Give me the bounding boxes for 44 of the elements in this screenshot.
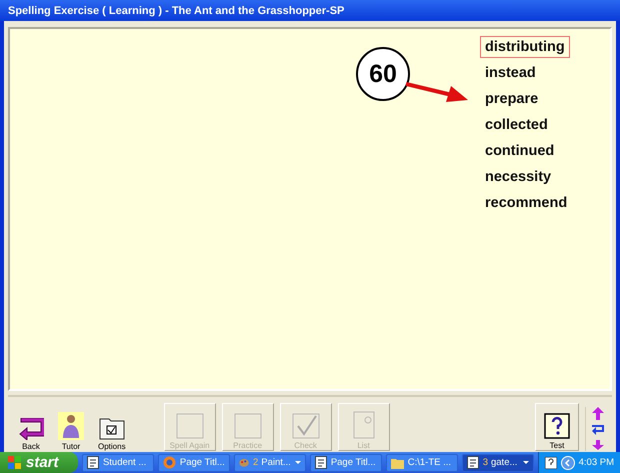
document-icon: [352, 411, 375, 439]
word-item[interactable]: collected: [480, 114, 553, 136]
toolbar-button[interactable]: Options: [94, 403, 130, 451]
person-icon: [58, 412, 84, 440]
return-arrow-icon[interactable]: [591, 424, 605, 436]
palette-icon: [238, 456, 249, 469]
document-icon: [86, 456, 99, 469]
taskbar-item[interactable]: 3 gate...: [462, 454, 534, 472]
document-icon: [314, 456, 327, 469]
taskbar-item[interactable]: 2 Paint...: [234, 454, 306, 472]
arrow-icon: [406, 81, 468, 103]
word-item[interactable]: necessity: [480, 166, 556, 188]
question-icon: [544, 413, 570, 439]
word-item[interactable]: instead: [480, 62, 541, 84]
word-item[interactable]: prepare: [480, 88, 544, 110]
clock: 4:03 PM: [578, 457, 614, 468]
caret-icon: [294, 461, 301, 464]
caret-icon: [522, 461, 529, 464]
chevron-icon[interactable]: [560, 456, 575, 470]
globe-icon: [162, 456, 176, 469]
taskbar-item[interactable]: Page Titl...: [310, 454, 382, 472]
taskbar-item[interactable]: Page Titl...: [158, 454, 230, 472]
test-button[interactable]: Test: [535, 403, 579, 451]
document-icon: [466, 456, 479, 469]
taskbar-item[interactable]: C:\1-TE ...: [386, 454, 458, 472]
back-arrow-icon: [18, 418, 44, 440]
toolbar-button[interactable]: Back: [14, 403, 48, 451]
word-item[interactable]: distributing: [480, 36, 570, 58]
checkbox-folder-icon: [98, 416, 125, 440]
blank-card-icon: [176, 413, 204, 439]
start-button[interactable]: start: [0, 452, 78, 473]
down-arrow-icon[interactable]: [592, 440, 604, 450]
up-arrow-icon[interactable]: [592, 407, 604, 420]
check-icon: [292, 413, 320, 439]
folder-icon: [390, 456, 404, 468]
help-icon: [544, 456, 557, 468]
windows-flag-icon: [8, 456, 22, 469]
taskbar-item[interactable]: Student ...: [82, 454, 154, 472]
toolbar-button[interactable]: Tutor: [54, 403, 88, 451]
number-badge: 60: [356, 47, 410, 101]
word-item[interactable]: recommend: [480, 192, 572, 214]
window-title: Spelling Exercise ( Learning ) - The Ant and the Grasshopper-SP: [8, 4, 344, 16]
word-item[interactable]: continued: [480, 140, 560, 162]
blank-card-icon: [234, 413, 262, 439]
